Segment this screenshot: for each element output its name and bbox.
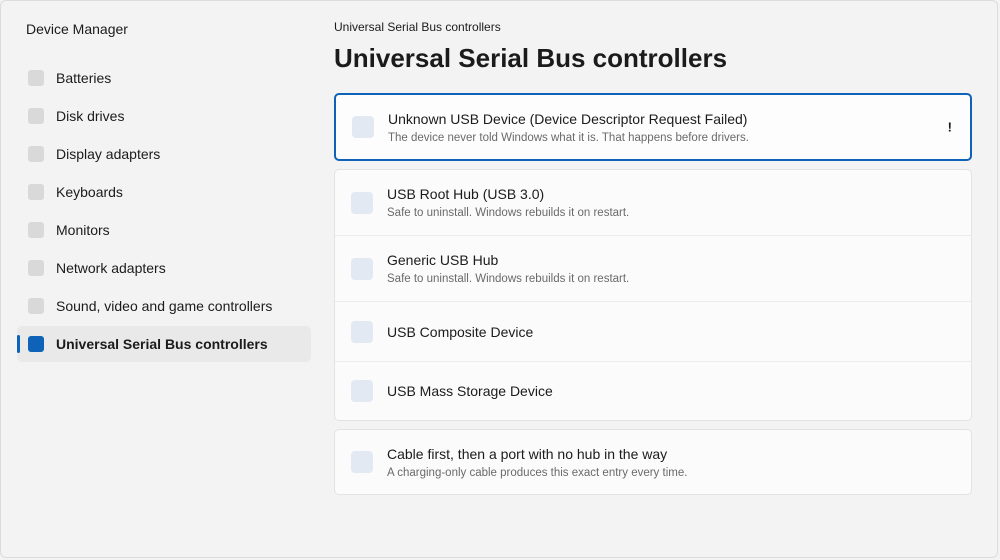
tip-description: A charging-only cable produces this exac… xyxy=(387,466,688,479)
usb-storage-icon xyxy=(351,380,373,402)
usb-device-icon xyxy=(351,320,373,343)
keyboard-icon xyxy=(28,184,44,200)
device-name: Unknown USB Device (Device Descriptor Re… xyxy=(388,110,748,127)
sidebar: Batteries Disk drives Display adapters K… xyxy=(17,60,311,364)
sidebar-item-batteries[interactable]: Batteries xyxy=(17,60,311,96)
device-row-unknown-usb[interactable]: Unknown USB Device (Device Descriptor Re… xyxy=(336,95,970,159)
tip-card: Cable first, then a port with no hub in … xyxy=(334,429,972,495)
disk-drive-icon xyxy=(28,108,44,124)
sidebar-item-disk-drives[interactable]: Disk drives xyxy=(17,98,311,134)
sound-controller-icon xyxy=(28,298,44,314)
cable-icon xyxy=(351,451,373,473)
sidebar-item-network-adapters[interactable]: Network adapters xyxy=(17,250,311,286)
device-description: The device never told Windows what it is… xyxy=(388,131,749,144)
sidebar-item-display-adapters[interactable]: Display adapters xyxy=(17,136,311,172)
active-indicator xyxy=(17,335,20,353)
device-name: Generic USB Hub xyxy=(387,252,499,268)
sidebar-item-label: Monitors xyxy=(56,222,110,238)
usb-hub-icon xyxy=(351,257,373,280)
sidebar-item-label: Keyboards xyxy=(56,184,123,200)
sidebar-item-sound-video-game[interactable]: Sound, video and game controllers xyxy=(17,288,311,324)
device-manager-window: Device Manager Batteries Disk drives Dis… xyxy=(0,0,998,558)
device-row-usb-mass-storage[interactable]: USB Mass Storage Device xyxy=(335,362,971,420)
device-name: USB Root Hub (USB 3.0) xyxy=(387,186,545,202)
device-description: Safe to uninstall. Windows rebuilds it o… xyxy=(387,207,630,219)
device-row-generic-usb-hub[interactable]: Generic USB Hub Safe to uninstall. Windo… xyxy=(335,236,971,302)
problem-device-card: Unknown USB Device (Device Descriptor Re… xyxy=(334,93,972,161)
sidebar-item-monitors[interactable]: Monitors xyxy=(17,212,311,248)
page-title: Universal Serial Bus controllers xyxy=(334,43,728,73)
sidebar-item-label: Display adapters xyxy=(56,146,161,162)
monitor-icon xyxy=(28,222,44,238)
tip-title: Cable first, then a port with no hub in … xyxy=(387,445,668,462)
breadcrumb: Universal Serial Bus controllers xyxy=(334,20,501,34)
device-description: Safe to uninstall. Windows rebuilds it o… xyxy=(387,273,630,285)
device-row-usb-composite[interactable]: USB Composite Device xyxy=(335,302,971,362)
battery-icon xyxy=(28,70,44,86)
sidebar-item-label: Universal Serial Bus controllers xyxy=(56,336,268,352)
usb-hub-icon xyxy=(351,191,373,214)
sidebar-item-label: Batteries xyxy=(56,70,112,86)
display-adapter-icon xyxy=(28,146,44,162)
usb-device-icon xyxy=(352,116,374,138)
warning-icon: ! xyxy=(947,119,952,135)
usb-controller-icon xyxy=(28,336,44,352)
device-name: USB Mass Storage Device xyxy=(387,383,553,399)
app-title: Device Manager xyxy=(26,21,128,37)
sidebar-item-usb-controllers[interactable]: Universal Serial Bus controllers xyxy=(17,326,311,362)
sidebar-item-label: Disk drives xyxy=(56,108,125,124)
sidebar-item-label: Network adapters xyxy=(56,260,166,276)
sidebar-item-keyboards[interactable]: Keyboards xyxy=(17,174,311,210)
device-row-usb-root-hub[interactable]: USB Root Hub (USB 3.0) Safe to uninstall… xyxy=(335,170,971,236)
sidebar-item-label: Sound, video and game controllers xyxy=(56,298,273,314)
network-adapter-icon xyxy=(28,260,44,276)
tip-row: Cable first, then a port with no hub in … xyxy=(335,430,971,494)
device-list-card: USB Root Hub (USB 3.0) Safe to uninstall… xyxy=(334,169,972,421)
device-name: USB Composite Device xyxy=(387,323,534,340)
